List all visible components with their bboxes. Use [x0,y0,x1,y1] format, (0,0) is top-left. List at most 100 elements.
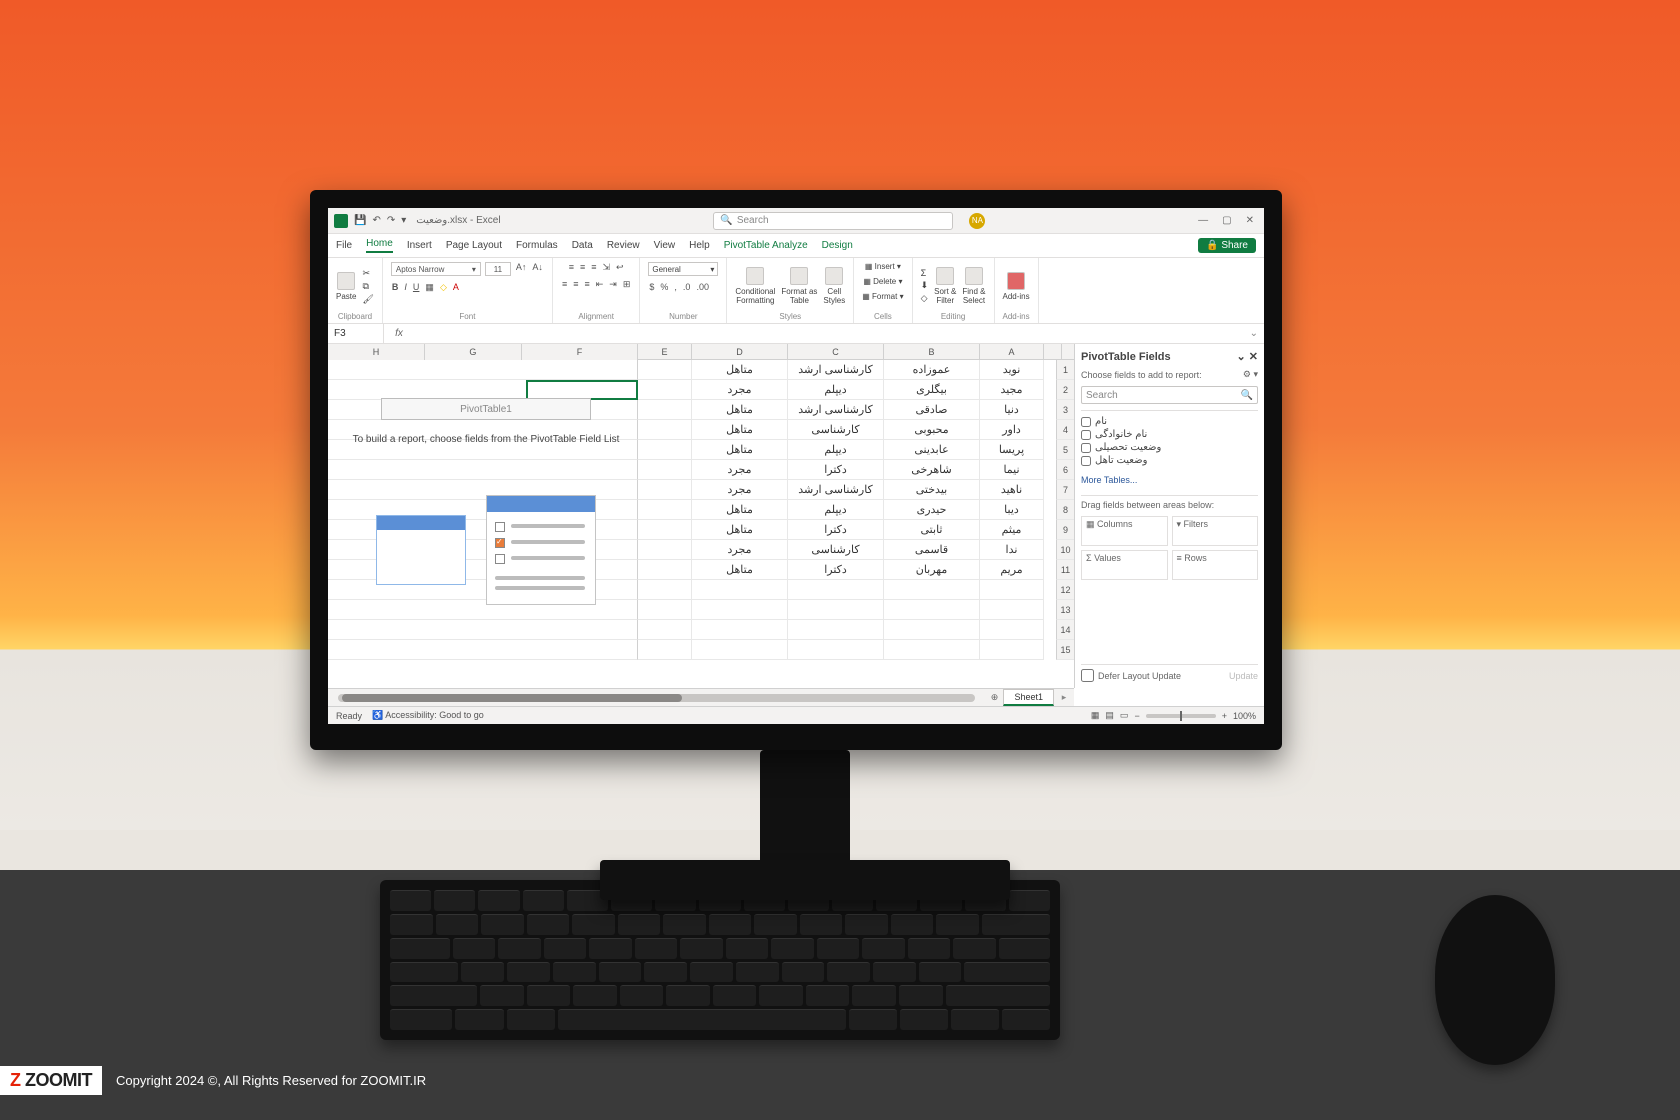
zoom-in-icon[interactable]: + [1222,711,1227,721]
underline-button[interactable]: U [412,282,421,293]
workspace: E D C B A H G F 123456789101112131415 [328,344,1264,688]
align-right-icon[interactable]: ≡ [583,279,590,290]
orientation-icon[interactable]: ⇲ [602,262,612,273]
border-icon[interactable]: ▦ [424,282,435,293]
cut-icon[interactable]: ✂ [362,268,373,279]
undo-icon[interactable]: ↶ [372,215,380,226]
sheet-nav-icon[interactable]: ▸ [1054,692,1074,703]
dec-dec-icon[interactable]: .00 [695,282,710,292]
format-painter-icon[interactable]: 🖌 [362,294,373,305]
tab-view[interactable]: View [654,240,676,251]
percent-icon[interactable]: % [659,282,669,292]
zone-values[interactable]: Σ Values [1081,550,1168,580]
row-headers[interactable]: 123456789101112131415 [1056,360,1074,660]
view-normal-icon[interactable]: ▦ [1091,710,1100,721]
align-top-icon[interactable]: ≡ [568,262,575,273]
fill-color-icon[interactable]: ◇ [439,282,448,293]
maximize-icon[interactable]: ▢ [1222,215,1231,226]
font-name-combo[interactable]: Aptos Narrow▾ [391,262,481,276]
autosum-icon[interactable]: Σ [921,268,929,278]
align-mid-icon[interactable]: ≡ [579,262,586,273]
delete-cells-button[interactable]: ▦ Delete ▾ [863,277,902,286]
format-cells-button[interactable]: ▦ Format ▾ [862,292,903,301]
number-format-combo[interactable]: General▾ [648,262,718,276]
field-checkbox[interactable]: نام [1081,415,1258,428]
zone-columns[interactable]: ▦ Columns [1081,516,1168,546]
defer-layout-checkbox[interactable] [1081,669,1094,682]
redo-icon[interactable]: ↷ [387,215,395,226]
sort-filter-button[interactable]: Sort & Filter [934,267,956,305]
zone-filters[interactable]: ▾ Filters [1172,516,1259,546]
name-box[interactable]: F3 [328,324,384,343]
clear-icon[interactable]: ◇ [921,293,929,304]
align-center-icon[interactable]: ≡ [572,279,579,290]
tab-home[interactable]: Home [366,238,393,253]
addins-button[interactable]: Add-ins [1003,272,1030,301]
bold-button[interactable]: B [391,282,400,293]
zone-rows[interactable]: ≡ Rows [1172,550,1259,580]
font-color-icon[interactable]: A [452,282,460,293]
new-sheet-button[interactable]: ⊕ [985,692,1003,703]
field-checkbox[interactable]: وضعیت تحصیلی [1081,441,1258,454]
horizontal-scrollbar[interactable] [338,694,975,702]
decrease-font-icon[interactable]: A↓ [531,262,544,276]
field-checkbox[interactable]: نام خانوادگی [1081,428,1258,441]
find-select-button[interactable]: Find & Select [962,267,985,305]
comma-icon[interactable]: , [673,282,678,292]
zoom-out-icon[interactable]: − [1134,711,1139,721]
inc-dec-icon[interactable]: .0 [682,282,692,292]
sheet-tab[interactable]: Sheet1 [1003,689,1054,706]
excel-icon [334,214,348,228]
font-size-combo[interactable]: 11 [485,262,511,276]
tab-help[interactable]: Help [689,240,710,251]
currency-icon[interactable]: $ [648,282,655,292]
worksheet[interactable]: E D C B A H G F 123456789101112131415 [328,344,1074,688]
tab-insert[interactable]: Insert [407,240,432,251]
align-bot-icon[interactable]: ≡ [590,262,597,273]
more-tables-link[interactable]: More Tables... [1081,475,1258,485]
fx-icon[interactable]: fx [384,328,414,339]
panel-options-icon[interactable]: ⌄ [1237,351,1246,363]
cell-styles-button[interactable]: Cell Styles [823,267,845,305]
zoom-slider[interactable] [1146,714,1216,718]
panel-close-icon[interactable]: ✕ [1249,351,1258,363]
zoom-level[interactable]: 100% [1233,711,1256,721]
copy-icon[interactable]: ⧉ [362,281,373,292]
fill-icon[interactable]: ⬇ [921,280,929,291]
format-as-table-button[interactable]: Format as Table [781,267,817,305]
view-break-icon[interactable]: ▭ [1120,710,1129,721]
search-box[interactable]: 🔍 Search [713,212,953,230]
formula-expand-icon[interactable]: ⌄ [1244,328,1264,339]
pivot-placeholder[interactable]: PivotTable1 To build a report, choose fi… [336,374,636,615]
indent-dec-icon[interactable]: ⇤ [595,279,605,290]
insert-cells-button[interactable]: ▦ Insert ▾ [865,262,901,271]
field-search[interactable]: Search🔍 [1081,386,1258,404]
merge-icon[interactable]: ⊞ [622,279,632,290]
tab-formulas[interactable]: Formulas [516,240,558,251]
update-button[interactable]: Update [1229,671,1258,681]
accessibility-status[interactable]: ♿ Accessibility: Good to go [372,710,484,721]
indent-inc-icon[interactable]: ⇥ [608,279,618,290]
increase-font-icon[interactable]: A↑ [515,262,528,276]
tab-design[interactable]: Design [822,240,853,251]
tab-pivottable-analyze[interactable]: PivotTable Analyze [724,240,808,251]
conditional-formatting-button[interactable]: Conditional Formatting [735,267,775,305]
user-avatar[interactable]: NA [969,213,985,229]
save-icon[interactable]: 💾 [354,215,366,226]
tab-page-layout[interactable]: Page Layout [446,240,502,251]
wrap-text-icon[interactable]: ↩ [615,262,625,273]
qat-dropdown-icon[interactable]: ▾ [401,215,406,226]
align-left-icon[interactable]: ≡ [561,279,568,290]
tab-review[interactable]: Review [607,240,640,251]
italic-button[interactable]: I [403,282,408,293]
search-placeholder: Search [737,215,769,226]
gear-icon[interactable]: ⚙ ▾ [1243,369,1258,380]
share-button[interactable]: 🔒 Share [1198,238,1256,253]
view-page-icon[interactable]: ▤ [1105,710,1114,721]
field-checkbox[interactable]: وضعیت تاهل [1081,454,1258,467]
minimize-icon[interactable]: — [1198,215,1208,226]
tab-file[interactable]: File [336,240,352,251]
tab-data[interactable]: Data [572,240,593,251]
paste-button[interactable]: Paste [336,272,356,301]
close-icon[interactable]: ✕ [1246,215,1254,226]
